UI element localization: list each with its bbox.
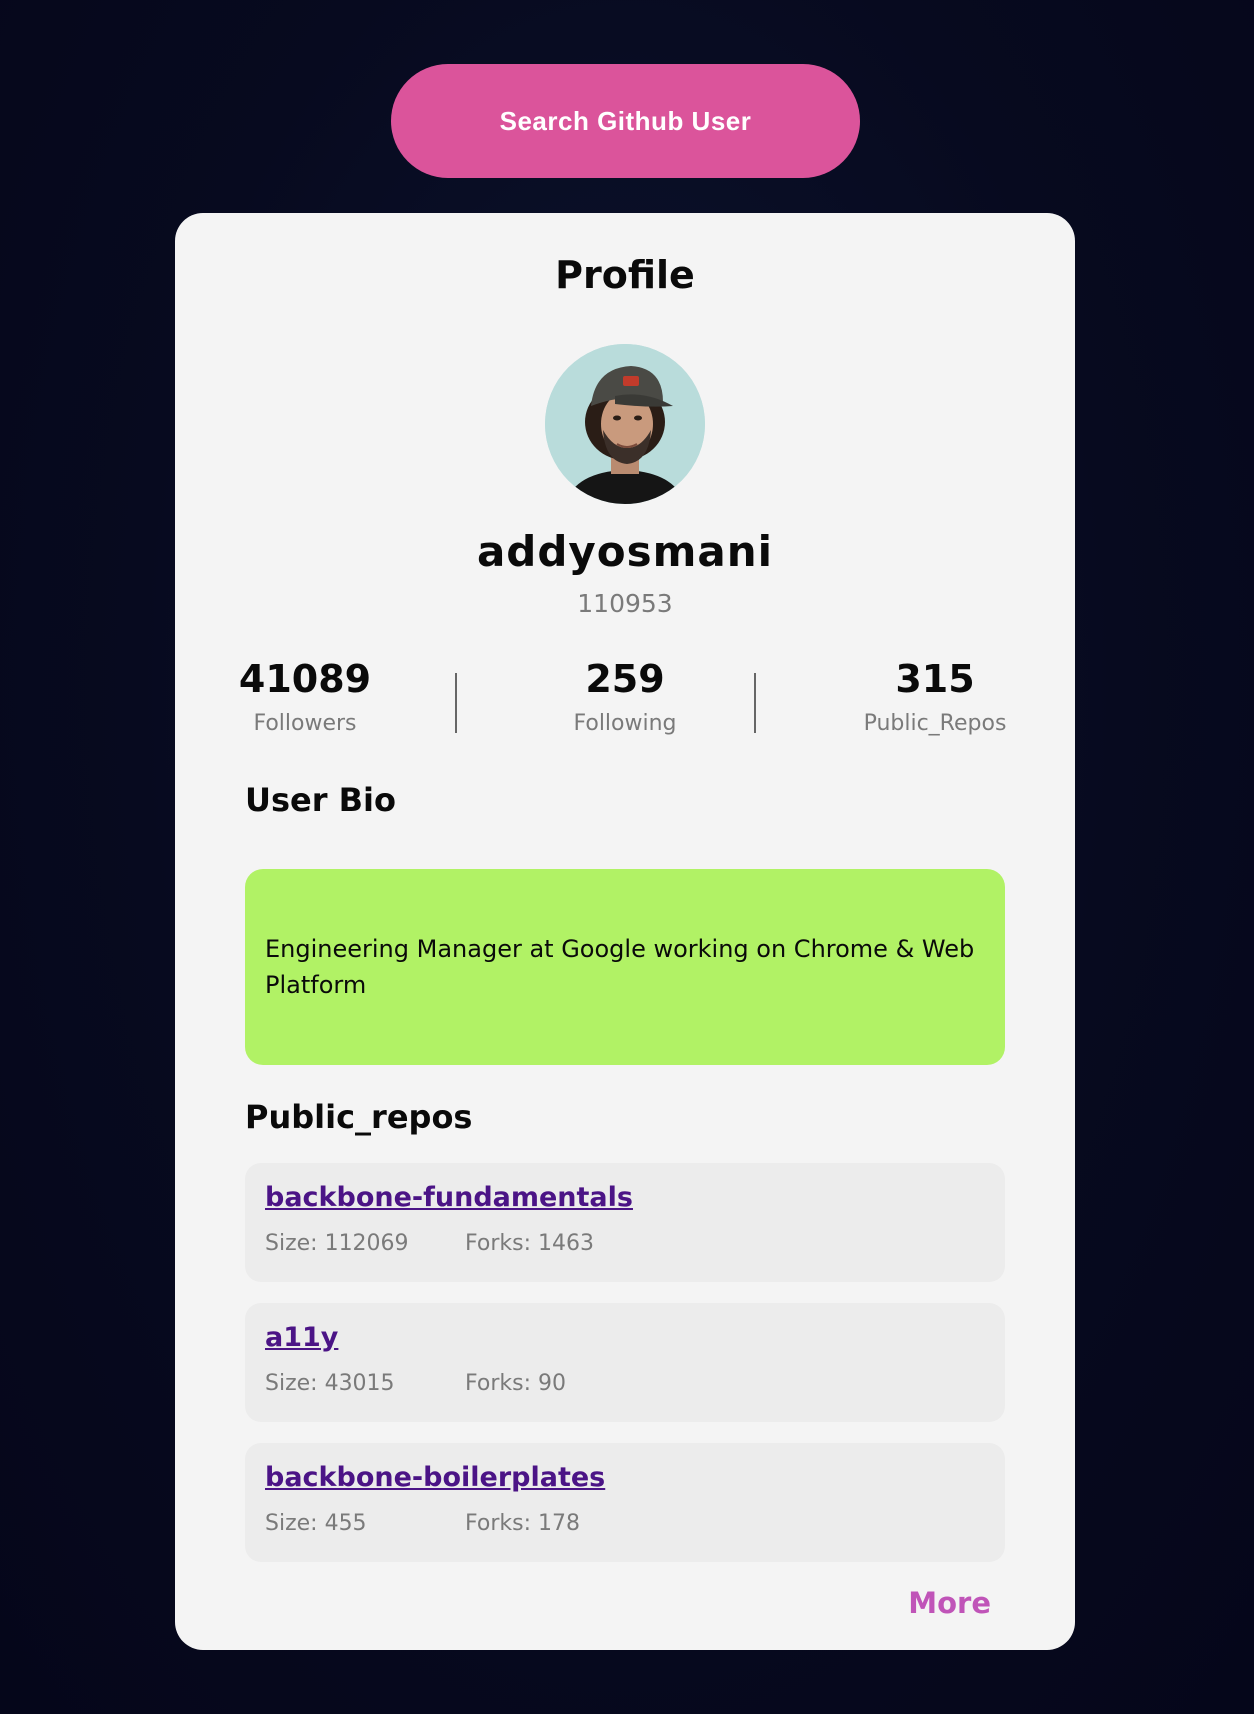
- public-repos-heading: Public_repos: [245, 1098, 473, 1136]
- followers-label: Followers: [253, 711, 357, 736]
- followers-count: 41089: [238, 657, 372, 701]
- following-count: 259: [585, 657, 665, 701]
- username: addyosmani: [476, 527, 774, 576]
- user-avatar: [545, 344, 705, 504]
- repo-forks: Forks: 1463: [465, 1231, 594, 1256]
- repo-link[interactable]: a11y: [265, 1321, 985, 1355]
- repo-link[interactable]: backbone-fundamentals: [265, 1181, 985, 1215]
- stat-divider: [754, 673, 756, 733]
- public-repos-label: Public_Repos: [863, 711, 1007, 736]
- user-bio-box: Engineering Manager at Google working on…: [245, 869, 1005, 1065]
- public-repos-count: 315: [895, 657, 975, 701]
- repo-size: Size: 112069: [265, 1231, 409, 1256]
- following-label: Following: [573, 711, 677, 736]
- stat-followers: 41089 Followers: [230, 657, 380, 736]
- user-bio-heading: User Bio: [245, 781, 396, 819]
- repo-forks: Forks: 178: [465, 1511, 580, 1536]
- stat-public-repos: 315 Public_Repos: [845, 657, 1025, 736]
- repo-size: Size: 455: [265, 1511, 367, 1536]
- repo-forks: Forks: 90: [465, 1371, 566, 1396]
- user-bio-text: Engineering Manager at Google working on…: [265, 935, 975, 999]
- repo-size: Size: 43015: [265, 1371, 395, 1396]
- search-github-user-button[interactable]: Search Github User: [391, 64, 860, 178]
- stat-following: 259 Following: [530, 657, 720, 736]
- profile-card: Profile addyosmani 110953 41089 Follower…: [175, 213, 1075, 1650]
- more-link[interactable]: More: [908, 1586, 991, 1620]
- repo-card: backbone-boilerplates Size: 455 Forks: 1…: [245, 1443, 1005, 1562]
- avatar-image: [545, 344, 705, 504]
- stat-divider: [455, 673, 457, 733]
- repo-card: backbone-fundamentals Size: 112069 Forks…: [245, 1163, 1005, 1282]
- profile-title: Profile: [555, 253, 695, 297]
- user-id: 110953: [577, 589, 673, 618]
- repo-link[interactable]: backbone-boilerplates: [265, 1461, 985, 1495]
- repo-card: a11y Size: 43015 Forks: 90: [245, 1303, 1005, 1422]
